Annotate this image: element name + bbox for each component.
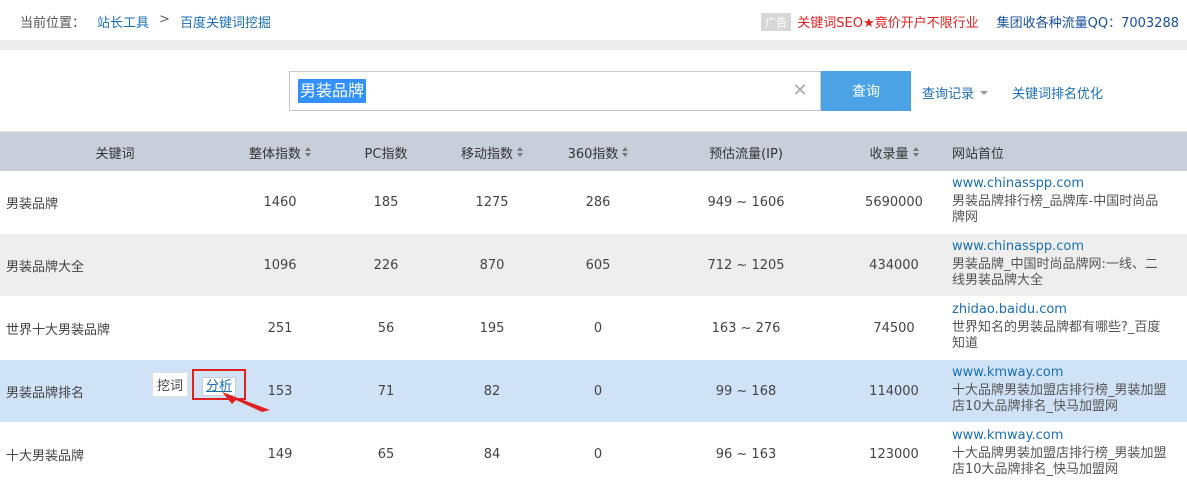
col-keyword: 关键词 <box>95 146 135 162</box>
breadcrumb-item-tools[interactable]: 站长工具 <box>97 12 149 31</box>
dig-words-button[interactable]: 挖词 <box>152 372 189 397</box>
traffic-cell: 712 ~ 1205 <box>707 258 785 273</box>
keyword-cell: 十大男装品牌 <box>6 449 85 464</box>
total-index-cell: 149 <box>267 447 293 462</box>
total-index-cell: 153 <box>267 384 293 399</box>
indexed-cell: 114000 <box>869 384 919 399</box>
col-traffic: 预估流量(IP) <box>709 146 783 162</box>
site-url-link[interactable]: www.chinasspp.com <box>952 176 1167 192</box>
keyword-cell: 世界十大男装品牌 <box>6 323 111 338</box>
keyword-table: 关键词 整体指数 PC指数 移动指数 360指数 预估流量(IP) 收录量 网站… <box>0 131 1187 486</box>
index-360-cell: 286 <box>585 195 611 210</box>
indexed-cell: 434000 <box>869 258 919 273</box>
top-site-cell: www.chinasspp.com 男装品牌排行榜_品牌库-中国时尚品牌网 <box>952 176 1167 226</box>
pc-index-cell: 226 <box>373 258 399 273</box>
col-total-index[interactable]: 整体指数 <box>240 132 320 172</box>
total-index-cell: 1460 <box>263 195 297 210</box>
top-site-cell: www.chinasspp.com 男装品牌_中国时尚品牌网:一线、二线男装品牌… <box>952 239 1167 289</box>
chevron-down-icon <box>980 90 989 95</box>
mobile-index-cell: 84 <box>483 447 501 462</box>
top-site-cell: zhidao.baidu.com 世界知名的男装品牌都有哪些?_百度知道 <box>952 302 1167 352</box>
col-360-index[interactable]: 360指数 <box>558 132 638 172</box>
table-row-highlighted[interactable]: 男装品牌排名 挖词 分析 153 71 82 0 99 ~ 168 114000… <box>0 360 1187 423</box>
breadcrumb-separator: > <box>159 12 170 27</box>
ad-link-traffic[interactable]: 集团收各种流量QQ：7003288 <box>997 12 1179 31</box>
mobile-index-cell: 195 <box>479 321 505 336</box>
col-360-index-label: 360指数 <box>567 146 619 162</box>
query-history-label: 查询记录 <box>922 87 975 102</box>
breadcrumb-item-keyword-mining[interactable]: 百度关键词挖掘 <box>180 12 271 31</box>
sort-icon <box>517 147 523 157</box>
sort-icon <box>912 147 919 157</box>
ad-link-seo[interactable]: 关键词SEO★竟价开户不限行业 <box>797 12 978 31</box>
traffic-cell: 949 ~ 1606 <box>707 195 785 210</box>
keyword-cell: 男装品牌大全 <box>6 260 85 275</box>
top-site-cell: www.kmway.com 十大品牌男装加盟店排行榜_男装加盟店10大品牌排名_… <box>952 428 1167 478</box>
traffic-cell: 163 ~ 276 <box>711 321 781 336</box>
col-top-site: 网站首位 <box>952 146 1005 162</box>
top-bar: 当前位置： 站长工具 > 百度关键词挖掘 广告 关键词SEO★竟价开户不限行业 … <box>0 0 1187 40</box>
index-360-cell: 0 <box>593 447 603 462</box>
site-description: 世界知名的男装品牌都有哪些?_百度知道 <box>952 320 1161 351</box>
total-index-cell: 251 <box>267 321 293 336</box>
section-divider <box>0 40 1187 50</box>
table-header: 关键词 整体指数 PC指数 移动指数 360指数 预估流量(IP) 收录量 网站… <box>0 131 1187 171</box>
col-pc-index: PC指数 <box>364 146 408 162</box>
col-mobile-index[interactable]: 移动指数 <box>452 132 532 172</box>
index-360-cell: 0 <box>593 321 603 336</box>
search-input[interactable]: 男装品牌 <box>298 79 367 103</box>
site-description: 男装品牌排行榜_品牌库-中国时尚品牌网 <box>952 194 1159 225</box>
site-description: 十大品牌男装加盟店排行榜_男装加盟店10大品牌排名_快马加盟网 <box>952 383 1167 414</box>
pc-index-cell: 185 <box>373 195 399 210</box>
search-box[interactable]: 男装品牌 ✕ <box>289 71 821 111</box>
close-icon[interactable]: ✕ <box>790 81 810 101</box>
indexed-cell: 123000 <box>869 447 919 462</box>
site-url-link[interactable]: www.kmway.com <box>952 428 1167 444</box>
index-360-cell: 605 <box>585 258 611 273</box>
pc-index-cell: 56 <box>377 321 395 336</box>
table-row[interactable]: 男装品牌大全 1096 226 870 605 712 ~ 1205 43400… <box>0 234 1187 297</box>
sort-icon <box>622 147 629 157</box>
sort-icon <box>305 147 311 157</box>
keyword-cell: 男装品牌排名 <box>6 386 85 401</box>
table-row[interactable]: 十大男装品牌 149 65 84 0 96 ~ 163 123000 www.k… <box>0 423 1187 486</box>
total-index-cell: 1096 <box>263 258 297 273</box>
site-url-link[interactable]: www.chinasspp.com <box>952 239 1167 255</box>
mobile-index-cell: 1275 <box>475 195 509 210</box>
col-indexed[interactable]: 收录量 <box>852 132 936 172</box>
ad-area: 广告 关键词SEO★竟价开户不限行业 集团收各种流量QQ：7003288 <box>761 12 1179 31</box>
site-description: 男装品牌_中国时尚品牌网:一线、二线男装品牌大全 <box>952 257 1158 288</box>
query-history-dropdown[interactable]: 查询记录 <box>922 83 989 102</box>
site-description: 十大品牌男装加盟店排行榜_男装加盟店10大品牌排名_快马加盟网 <box>952 446 1167 477</box>
pc-index-cell: 71 <box>377 384 395 399</box>
top-site-cell: www.kmway.com 十大品牌男装加盟店排行榜_男装加盟店10大品牌排名_… <box>952 365 1167 415</box>
col-mobile-index-label: 移动指数 <box>460 146 513 162</box>
pc-index-cell: 65 <box>377 447 395 462</box>
breadcrumb: 当前位置： 站长工具 > 百度关键词挖掘 <box>20 12 271 31</box>
col-total-index-label: 整体指数 <box>248 146 301 162</box>
keyword-cell: 男装品牌 <box>6 197 59 212</box>
mobile-index-cell: 82 <box>483 384 501 399</box>
traffic-cell: 96 ~ 163 <box>715 447 777 462</box>
indexed-cell: 5690000 <box>865 195 923 210</box>
table-row[interactable]: 世界十大男装品牌 251 56 195 0 163 ~ 276 74500 zh… <box>0 297 1187 360</box>
keyword-rank-link[interactable]: 关键词排名优化 <box>1012 83 1103 102</box>
site-url-link[interactable]: zhidao.baidu.com <box>952 302 1167 318</box>
mobile-index-cell: 870 <box>479 258 505 273</box>
index-360-cell: 0 <box>593 384 603 399</box>
search-button[interactable]: 查询 <box>821 71 911 111</box>
indexed-cell: 74500 <box>873 321 915 336</box>
table-row[interactable]: 男装品牌 1460 185 1275 286 949 ~ 1606 569000… <box>0 171 1187 234</box>
col-indexed-label: 收录量 <box>869 146 909 162</box>
site-url-link[interactable]: www.kmway.com <box>952 365 1167 381</box>
breadcrumb-prefix: 当前位置： <box>20 16 86 31</box>
traffic-cell: 99 ~ 168 <box>715 384 777 399</box>
ad-badge: 广告 <box>761 12 792 31</box>
